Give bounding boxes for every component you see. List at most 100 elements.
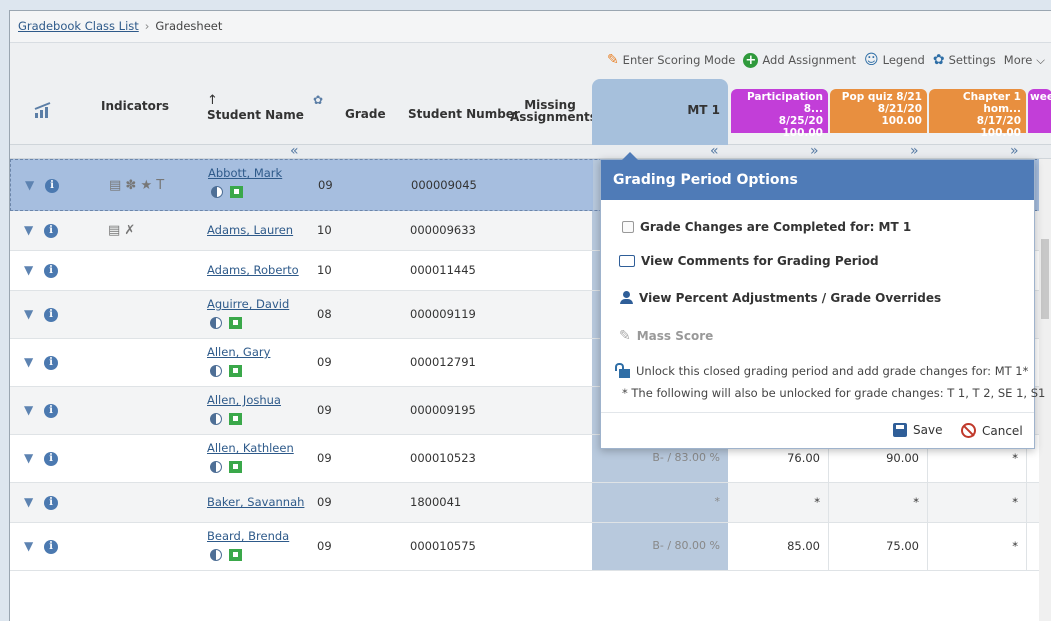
view-percent-adjustments-link[interactable]: View Percent Adjustments / Grade Overrid… (619, 291, 941, 305)
mt1-column-cell[interactable]: * (592, 483, 728, 522)
mass-score-option: ✎ Mass Score (619, 328, 713, 344)
student-grade: 09 (318, 178, 333, 192)
person-icon (619, 291, 633, 305)
assignment-title: Participation 8... (746, 91, 823, 115)
view-comments-link[interactable]: View Comments for Grading Period (619, 254, 879, 268)
student-indicators: ▤ ✽ ★ T (109, 178, 165, 193)
student-name-link[interactable]: Allen, Kathleen (207, 441, 294, 455)
info-icon[interactable]: i (44, 404, 58, 418)
expand-row-triangle-icon[interactable]: ▼ (24, 307, 33, 321)
grade-changes-completed-option[interactable]: Grade Changes are Completed for: MT 1 (622, 220, 911, 234)
cancel-button[interactable]: Cancel (961, 423, 1023, 438)
info-icon[interactable]: i (44, 496, 58, 510)
expand-row-triangle-icon[interactable]: ▼ (25, 178, 34, 192)
expand-assignment-chevron-icon[interactable]: » (810, 144, 819, 158)
collapse-left-chevron-icon[interactable]: « (290, 144, 299, 158)
chart-trend-icon (34, 102, 51, 118)
expand-assignment-chevron-icon[interactable]: » (910, 144, 919, 158)
assignment-score[interactable]: 90.00 (831, 451, 919, 465)
assignment-header-pop-quiz[interactable]: Pop quiz 8/21 8/21/20 100.00 (830, 89, 927, 133)
green-flag-icon[interactable] (229, 461, 242, 473)
green-flag-icon[interactable] (229, 365, 242, 377)
info-icon[interactable]: i (44, 308, 58, 322)
half-circle-icon[interactable] (211, 186, 223, 198)
more-menu-button[interactable]: More ⌵ (1004, 53, 1045, 68)
half-circle-icon[interactable] (210, 413, 222, 425)
student-name-link[interactable]: Beard, Brenda (207, 529, 289, 543)
assignment-score[interactable]: * (732, 495, 820, 509)
assignment-score[interactable]: * (930, 495, 1018, 509)
assignment-header-participation[interactable]: Participation 8... 8/25/20 100.00 (731, 89, 828, 139)
student-grade: 09 (317, 355, 332, 369)
student-name-link[interactable]: Allen, Joshua (207, 393, 281, 407)
student-number: 000009633 (410, 223, 476, 237)
assignment-score[interactable]: 85.00 (732, 539, 820, 553)
expand-row-triangle-icon[interactable]: ▼ (24, 263, 33, 277)
student-name-link[interactable]: Abbott, Mark (208, 166, 282, 180)
expand-row-triangle-icon[interactable]: ▼ (24, 223, 33, 237)
add-assignment-button[interactable]: + Add Assignment (743, 52, 856, 68)
completed-checkbox[interactable] (622, 221, 634, 233)
student-name-header[interactable]: ↑ Student Name (207, 93, 304, 122)
gradesheet-window: Gradebook Class List › Gradesheet ✎ Enter S… (9, 10, 1051, 621)
expand-assignment-chevron-icon[interactable]: » (1010, 144, 1019, 158)
info-icon[interactable]: i (44, 452, 58, 466)
scoring-mode-label: Enter Scoring Mode (622, 53, 736, 67)
pencil-icon: ✎ (619, 328, 631, 344)
enter-scoring-mode-button[interactable]: ✎ Enter Scoring Mode (607, 52, 735, 68)
info-icon[interactable]: i (45, 179, 59, 193)
mt1-grading-period-header[interactable]: MT 1 (592, 79, 728, 147)
assignment-score[interactable]: * (930, 451, 1018, 465)
green-flag-icon[interactable] (229, 549, 242, 561)
half-circle-icon[interactable] (210, 549, 222, 561)
column-settings-gear-icon[interactable]: ✿ (313, 93, 323, 107)
assignment-header-chapter-1[interactable]: Chapter 1 hom... 8/17/20 100.00 (929, 89, 1026, 139)
breadcrumb-link-class-list[interactable]: Gradebook Class List (18, 19, 139, 33)
green-flag-icon[interactable] (230, 186, 243, 198)
info-icon[interactable]: i (44, 224, 58, 238)
student-status-icons (210, 549, 242, 561)
assignment-score[interactable]: * (930, 539, 1018, 553)
student-name-link[interactable]: Adams, Roberto (207, 263, 299, 277)
student-name-header-label: Student Name (207, 108, 304, 122)
student-name-link[interactable]: Aguirre, David (207, 297, 289, 311)
assignment-header-weekly[interactable]: wee (1028, 89, 1051, 133)
half-circle-icon[interactable] (210, 365, 222, 377)
student-name-link[interactable]: Allen, Gary (207, 345, 270, 359)
assignment-date: 8/17/20 (976, 115, 1021, 127)
student-name-link[interactable]: Adams, Lauren (207, 223, 293, 237)
student-row[interactable]: * ▼ i Baker, Savannah 09 1800041 * * * (10, 483, 1051, 523)
info-icon[interactable]: i (44, 356, 58, 370)
mt1-column-cell[interactable]: B- / 80.00 % (592, 523, 728, 570)
assignment-title: Pop quiz 8/21 (841, 91, 922, 103)
settings-button[interactable]: ✿ Settings (933, 52, 996, 68)
info-icon[interactable]: i (44, 264, 58, 278)
scrollbar-thumb[interactable] (1041, 239, 1049, 319)
student-status-icons (210, 461, 242, 473)
collapse-mt1-chevron-icon[interactable]: « (710, 144, 719, 158)
assignment-score[interactable]: * (831, 495, 919, 509)
student-name-link[interactable]: Baker, Savannah (207, 495, 304, 509)
green-flag-icon[interactable] (229, 413, 242, 425)
half-circle-icon[interactable] (210, 317, 222, 329)
unlock-period-option[interactable]: Unlock this closed grading period and ad… (615, 362, 1028, 378)
green-flag-icon[interactable] (229, 317, 242, 329)
student-row[interactable]: B- / 80.00 % ▼ i Beard, Brenda 09 000010575 85… (10, 523, 1051, 571)
expand-row-triangle-icon[interactable]: ▼ (24, 451, 33, 465)
half-circle-icon[interactable] (210, 461, 222, 473)
legend-button[interactable]: ☺ Legend (864, 52, 925, 68)
expand-row-triangle-icon[interactable]: ▼ (24, 355, 33, 369)
assignment-score[interactable]: 75.00 (831, 539, 919, 553)
expand-row-triangle-icon[interactable]: ▼ (24, 403, 33, 417)
breadcrumb: Gradebook Class List › Gradesheet (10, 11, 1051, 43)
expand-row-triangle-icon[interactable]: ▼ (24, 495, 33, 509)
add-assignment-label: Add Assignment (762, 53, 856, 67)
settings-label: Settings (948, 53, 996, 67)
info-icon[interactable]: i (44, 540, 58, 554)
assignment-score[interactable]: 76.00 (732, 451, 820, 465)
chart-column-header[interactable] (30, 77, 70, 145)
pencil-icon: ✎ (606, 52, 619, 68)
expand-row-triangle-icon[interactable]: ▼ (24, 539, 33, 553)
save-button[interactable]: Save (893, 423, 942, 437)
assignment-date: 8/21/20 (877, 103, 922, 115)
